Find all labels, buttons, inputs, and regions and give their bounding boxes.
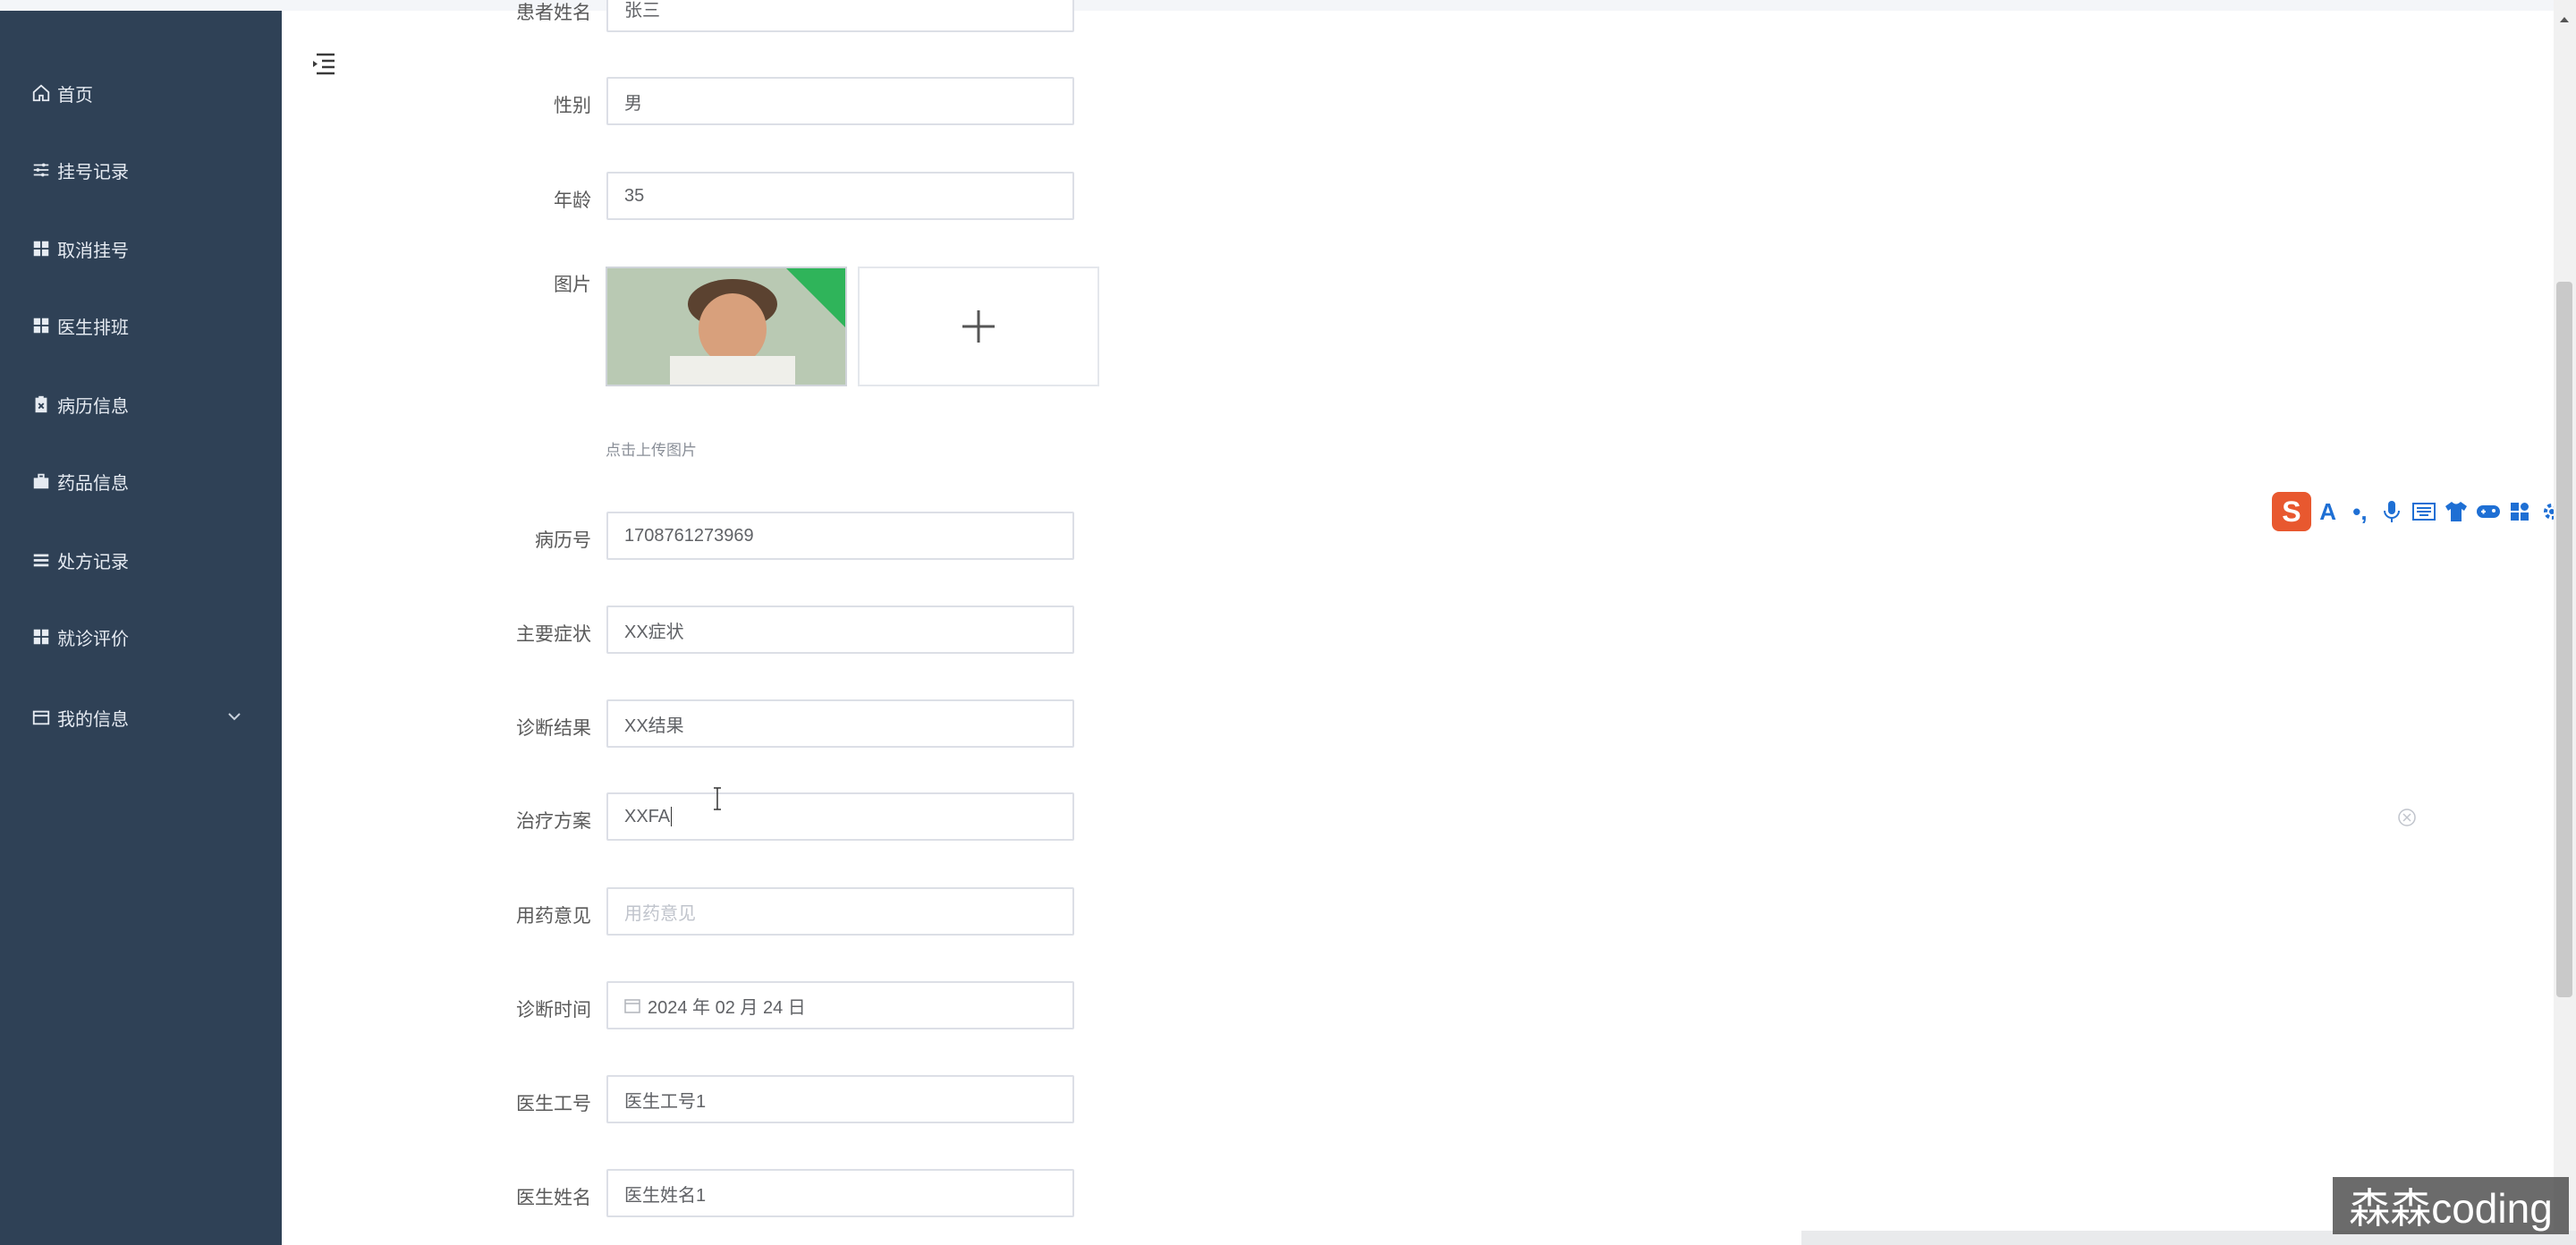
sidebar-item-label: 处方记录 <box>57 552 129 572</box>
diagnosis-field[interactable]: XX结果 <box>606 699 1074 748</box>
sidebar-item-visit-review[interactable]: 就诊评价 <box>30 619 263 655</box>
sidebar-item-drug-info[interactable]: 药品信息 <box>30 463 263 499</box>
form-label: 病历号 <box>535 530 591 551</box>
doctor-name-field[interactable]: 医生姓名1 <box>606 1169 1074 1217</box>
sidebar-item-home[interactable]: 首页 <box>30 75 263 111</box>
calendar-icon <box>624 999 640 1013</box>
form-row-diag-time: 诊断时间 2024 年 02 月 24 日 <box>282 981 1266 1031</box>
patient-name-field[interactable]: 张三 <box>606 0 1074 32</box>
list-icon <box>30 549 52 571</box>
form-row-patient-name: 患者姓名 张三 <box>282 0 1266 34</box>
sogou-logo-icon[interactable]: S <box>2272 492 2311 531</box>
chevron-down-icon[interactable] <box>225 707 243 725</box>
ime-toolbar: S A •, <box>2272 490 2567 533</box>
sidebar-item-cancel-registration[interactable]: 取消挂号 <box>30 231 263 267</box>
record-no-field[interactable]: 1708761273969 <box>606 512 1074 560</box>
form-label: 性别 <box>554 96 591 116</box>
diag-time-value: 2024 年 02 月 24 日 <box>648 997 806 1018</box>
vertical-scrollbar[interactable] <box>2554 0 2576 1245</box>
diag-time-picker[interactable]: 2024 年 02 月 24 日 <box>606 981 1074 1029</box>
sliders-icon <box>30 159 52 181</box>
sidebar-item-label: 取消挂号 <box>57 241 129 261</box>
sidebar-item-registration-records[interactable]: 挂号记录 <box>30 152 263 188</box>
wallet-icon <box>30 707 52 728</box>
scroll-up-icon[interactable] <box>2556 13 2572 27</box>
plus-icon <box>962 310 995 343</box>
symptoms-field[interactable]: XX症状 <box>606 606 1074 654</box>
form-row-symptoms: 主要症状 XX症状 <box>282 606 1266 656</box>
keyboard-icon[interactable] <box>2409 496 2439 527</box>
form-row-age: 年龄 35 <box>282 172 1266 222</box>
form-label: 患者姓名 <box>516 3 591 23</box>
sidebar-item-doctor-schedule[interactable]: 医生排班 <box>30 308 263 343</box>
treatment-field[interactable]: XXFA <box>606 792 1074 841</box>
form-row-diagnosis: 诊断结果 XX结果 <box>282 699 1266 750</box>
form-label: 医生姓名 <box>516 1188 591 1208</box>
sidebar-item-medical-records[interactable]: 病历信息 <box>30 386 263 422</box>
age-field[interactable]: 35 <box>606 172 1074 220</box>
menu-collapse-icon[interactable] <box>309 48 339 79</box>
sidebar-item-prescription-records[interactable]: 处方记录 <box>30 542 263 578</box>
gender-field[interactable]: 男 <box>606 77 1074 125</box>
image-upload-button[interactable] <box>858 267 1099 386</box>
briefcase-icon <box>30 470 52 492</box>
punctuation-icon[interactable]: •, <box>2345 496 2376 527</box>
grid-icon <box>30 315 52 336</box>
sidebar-item-label: 医生排班 <box>57 318 129 338</box>
game-icon[interactable] <box>2473 496 2504 527</box>
scrollbar-thumb[interactable] <box>2556 282 2572 997</box>
main-content: 患者姓名 张三 性别 男 年龄 35 图片 点击上传图片 病历号 1708761… <box>282 0 2554 1245</box>
sidebar-item-label: 病历信息 <box>57 396 129 417</box>
sidebar-item-label: 药品信息 <box>57 473 129 494</box>
form-label: 主要症状 <box>516 624 591 645</box>
sidebar-item-label: 挂号记录 <box>57 162 129 182</box>
home-icon <box>30 82 52 104</box>
form-row-doctor-no: 医生工号 医生工号1 <box>282 1075 1266 1125</box>
font-icon[interactable]: A <box>2313 496 2343 527</box>
watermark: 森森coding <box>2333 1177 2569 1234</box>
sidebar-item-label: 首页 <box>57 85 93 106</box>
grid-icon <box>30 238 52 259</box>
text-caret <box>671 807 673 826</box>
form-label: 治疗方案 <box>516 811 591 832</box>
clear-icon[interactable] <box>2397 808 2417 827</box>
form-row-record-no: 病历号 1708761273969 <box>282 512 1266 562</box>
form-label: 图片 <box>554 275 591 295</box>
sidebar-item-label: 就诊评价 <box>57 629 129 649</box>
text-cursor-icon <box>714 787 721 810</box>
form-label: 医生工号 <box>516 1094 591 1114</box>
microphone-icon[interactable] <box>2377 496 2407 527</box>
form-row-doctor-name: 医生姓名 医生姓名1 <box>282 1169 1266 1219</box>
clipboard-icon <box>30 394 52 415</box>
toolbox-icon[interactable] <box>2504 496 2535 527</box>
form-row-gender: 性别 男 <box>282 77 1266 127</box>
doctor-no-field[interactable]: 医生工号1 <box>606 1075 1074 1123</box>
form-label: 诊断结果 <box>516 718 591 739</box>
grid-icon <box>30 626 52 648</box>
form-label: 诊断时间 <box>516 1000 591 1021</box>
treatment-value: XXFA <box>624 806 671 826</box>
skin-icon[interactable] <box>2441 496 2471 527</box>
sidebar: 首页 挂号记录 取消挂号 医生排班 病历信息 药品信息 处方记录 就诊评价 我的… <box>0 11 282 1245</box>
form-row-medication: 用药意见 用药意见 <box>282 887 1266 937</box>
patient-photo-thumbnail[interactable] <box>606 267 847 386</box>
form-row-treatment: 治疗方案 XXFA <box>282 792 1266 843</box>
medication-field[interactable]: 用药意见 <box>606 887 1074 936</box>
form-label: 用药意见 <box>516 906 591 927</box>
form-label: 年龄 <box>554 191 591 211</box>
upload-hint: 点击上传图片 <box>606 442 697 459</box>
sidebar-item-label: 我的信息 <box>57 709 129 730</box>
sidebar-item-my-info[interactable]: 我的信息 <box>30 699 263 735</box>
